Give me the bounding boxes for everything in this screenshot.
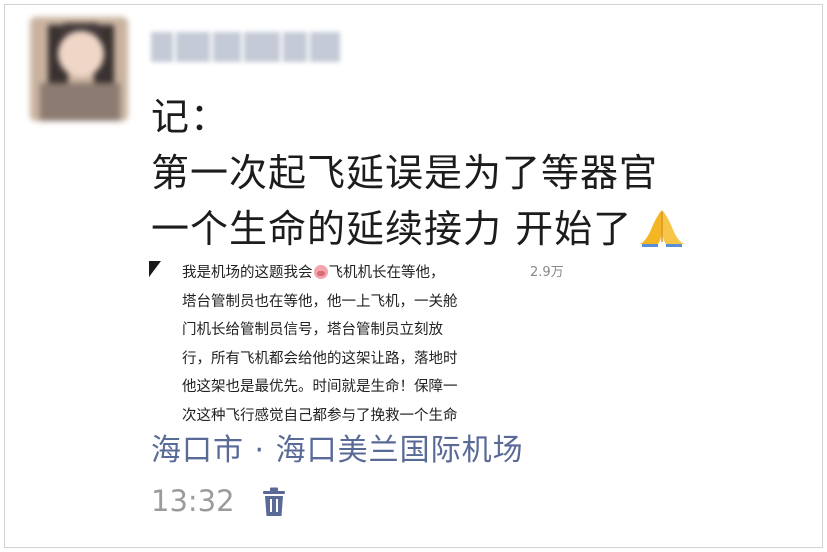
comment-text-part2: 飞机机长在等他， 塔台管制员也在等他，他一上飞机，一关舱 门机长给管制员信号，塔… (182, 265, 458, 424)
trash-icon[interactable] (261, 487, 287, 517)
avatar[interactable] (30, 17, 128, 121)
username-blur-block (310, 32, 340, 62)
comment-text: 我是机场的这题我会 飞机机长在等他， 塔台管制员也在等他，他一上飞机，一关舱 门机… (182, 259, 554, 430)
avatar-face (58, 31, 104, 77)
username-blur-block (151, 32, 173, 62)
folded-hands-emoji (640, 210, 685, 247)
username-blur-block (213, 32, 241, 62)
username-blur-block (283, 32, 307, 62)
comment-like-count: 2.9万 (530, 265, 564, 280)
moment-card: 记： 第一次起飞延误是为了等器官 一个生命的延续接力 开始了 我是机场的这题我会… (4, 4, 823, 548)
post-text: 记： 第一次起飞延误是为了等器官 一个生命的延续接力 开始了 (151, 89, 801, 257)
username-blur-block (176, 32, 210, 62)
post-time: 13:32 (151, 484, 235, 518)
pig-face-emoji (313, 265, 328, 279)
location-link[interactable]: 海口市 · 海口美兰国际机场 (151, 429, 524, 473)
post-text-body: 记： 第一次起飞延误是为了等器官 一个生命的延续接力 开始了 (151, 95, 659, 251)
quote-marker-icon (149, 261, 161, 277)
avatar-clothing (40, 83, 120, 121)
comment-text-part1: 我是机场的这题我会 (182, 265, 313, 281)
username-blur-block (244, 32, 280, 62)
username-blurred[interactable] (151, 27, 356, 67)
